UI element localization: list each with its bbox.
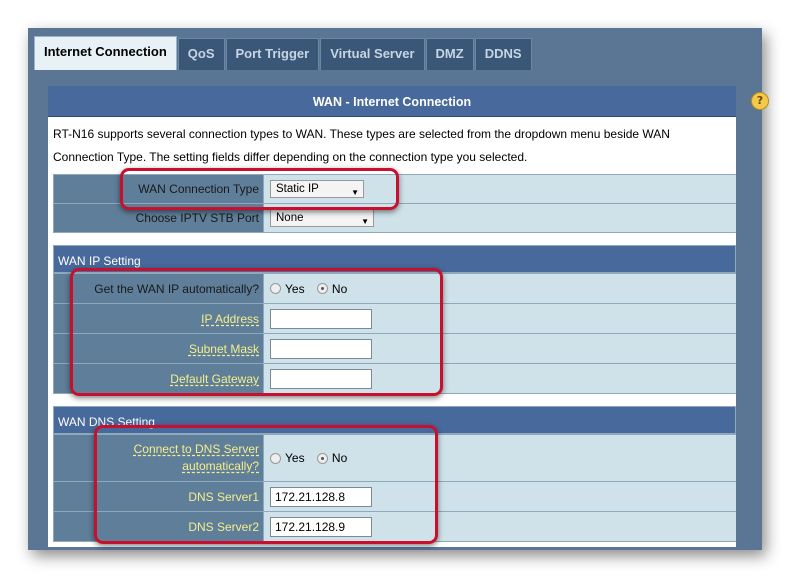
chevron-down-icon: ▼ bbox=[351, 188, 359, 197]
dns-auto-label-cell: Connect to DNS Server automatically? bbox=[53, 434, 264, 482]
dns2-label-cell: DNS Server2 bbox=[53, 511, 264, 542]
wan-ip-auto-label: Get the WAN IP automatically? bbox=[53, 273, 264, 304]
tab-internet-connection[interactable]: Internet Connection bbox=[34, 36, 177, 70]
dns-auto-label-line1[interactable]: Connect to DNS Server bbox=[134, 442, 259, 456]
wan-type-select[interactable]: Static IP ▼ bbox=[270, 180, 364, 198]
dns2-row: DNS Server2 172.21.128.9 bbox=[53, 511, 736, 542]
wan-ip-auto-yes-label: Yes bbox=[285, 281, 305, 296]
wan-ip-auto-cell: Yes No bbox=[263, 273, 736, 304]
ip-address-input[interactable] bbox=[270, 308, 372, 329]
dns-auto-no-radio[interactable] bbox=[316, 452, 328, 464]
wan-ip-auto-no-radio[interactable] bbox=[316, 283, 328, 295]
wan-dns-table: Connect to DNS Server automatically? Yes… bbox=[53, 434, 736, 542]
iptv-value: None bbox=[276, 212, 304, 224]
panel-description: RT-N16 supports several connection types… bbox=[53, 127, 670, 164]
wan-panel: WAN - Internet Connection RT-N16 support… bbox=[48, 86, 736, 547]
iptv-label: Choose IPTV STB Port bbox=[53, 203, 264, 233]
dns-auto-yes-radio[interactable] bbox=[270, 452, 281, 464]
wan-ip-auto-no-label: No bbox=[331, 281, 348, 296]
wan-type-row: WAN Connection Type Static IP ▼ bbox=[53, 174, 736, 204]
dns-auto-cell: Yes No bbox=[263, 434, 736, 482]
dns2-cell: 172.21.128.9 bbox=[263, 511, 736, 542]
dns1-input[interactable]: 172.21.128.8 bbox=[270, 486, 372, 507]
dns-auto-row: Connect to DNS Server automatically? Yes… bbox=[53, 434, 736, 482]
wan-ip-auto-row: Get the WAN IP automatically? Yes No bbox=[53, 273, 736, 304]
subnet-mask-row: Subnet Mask bbox=[53, 333, 736, 364]
dns1-label[interactable]: DNS Server1 bbox=[188, 490, 259, 504]
dns-auto-yes-label: Yes bbox=[285, 451, 305, 466]
ip-address-cell bbox=[263, 303, 736, 334]
tab-virtual-server[interactable]: Virtual Server bbox=[320, 38, 425, 70]
subnet-mask-input[interactable] bbox=[270, 338, 372, 359]
tab-bar: Internet Connection QoS Port Trigger Vir… bbox=[34, 36, 533, 70]
wan-type-label: WAN Connection Type bbox=[53, 174, 264, 204]
wan-ip-auto-yes-radio[interactable] bbox=[270, 283, 281, 295]
wan-type-value: Static IP bbox=[276, 183, 319, 195]
iptv-cell: None ▼ bbox=[263, 203, 736, 233]
dns-auto-no-label: No bbox=[331, 451, 348, 466]
wan-dns-section-header: WAN DNS Setting bbox=[53, 406, 736, 434]
basic-config-table: WAN Connection Type Static IP ▼ Choose IP… bbox=[53, 174, 736, 233]
default-gateway-cell bbox=[263, 363, 736, 394]
subnet-mask-label[interactable]: Subnet Mask bbox=[189, 342, 259, 356]
wan-ip-table: Get the WAN IP automatically? Yes No IP … bbox=[53, 273, 736, 394]
dns1-label-cell: DNS Server1 bbox=[53, 481, 264, 512]
ip-address-label[interactable]: IP Address bbox=[201, 312, 259, 326]
tab-port-trigger[interactable]: Port Trigger bbox=[225, 38, 320, 70]
subnet-mask-label-cell: Subnet Mask bbox=[53, 333, 264, 364]
wan-ip-section-header: WAN IP Setting bbox=[53, 245, 736, 273]
panel-title: WAN - Internet Connection bbox=[48, 86, 736, 117]
iptv-select[interactable]: None ▼ bbox=[270, 209, 374, 227]
iptv-row: Choose IPTV STB Port None ▼ bbox=[53, 203, 736, 233]
dns2-input[interactable]: 172.21.128.9 bbox=[270, 516, 372, 537]
tab-qos[interactable]: QoS bbox=[177, 38, 225, 70]
tab-ddns[interactable]: DDNS bbox=[474, 38, 532, 70]
default-gateway-label-cell: Default Gateway bbox=[53, 363, 264, 394]
subnet-mask-cell bbox=[263, 333, 736, 364]
dns2-label[interactable]: DNS Server2 bbox=[188, 520, 259, 534]
dns1-cell: 172.21.128.8 bbox=[263, 481, 736, 512]
default-gateway-label[interactable]: Default Gateway bbox=[170, 372, 259, 386]
ip-address-label-cell: IP Address bbox=[53, 303, 264, 334]
default-gateway-row: Default Gateway bbox=[53, 363, 736, 394]
chevron-down-icon: ▼ bbox=[361, 217, 369, 226]
dns-auto-label-line2[interactable]: automatically? bbox=[182, 459, 259, 473]
tab-dmz[interactable]: DMZ bbox=[425, 38, 474, 70]
ip-address-row: IP Address bbox=[53, 303, 736, 334]
help-icon[interactable]: ? bbox=[751, 92, 769, 110]
dns1-row: DNS Server1 172.21.128.8 bbox=[53, 481, 736, 512]
wan-type-cell: Static IP ▼ bbox=[263, 174, 736, 204]
default-gateway-input[interactable] bbox=[270, 368, 372, 389]
